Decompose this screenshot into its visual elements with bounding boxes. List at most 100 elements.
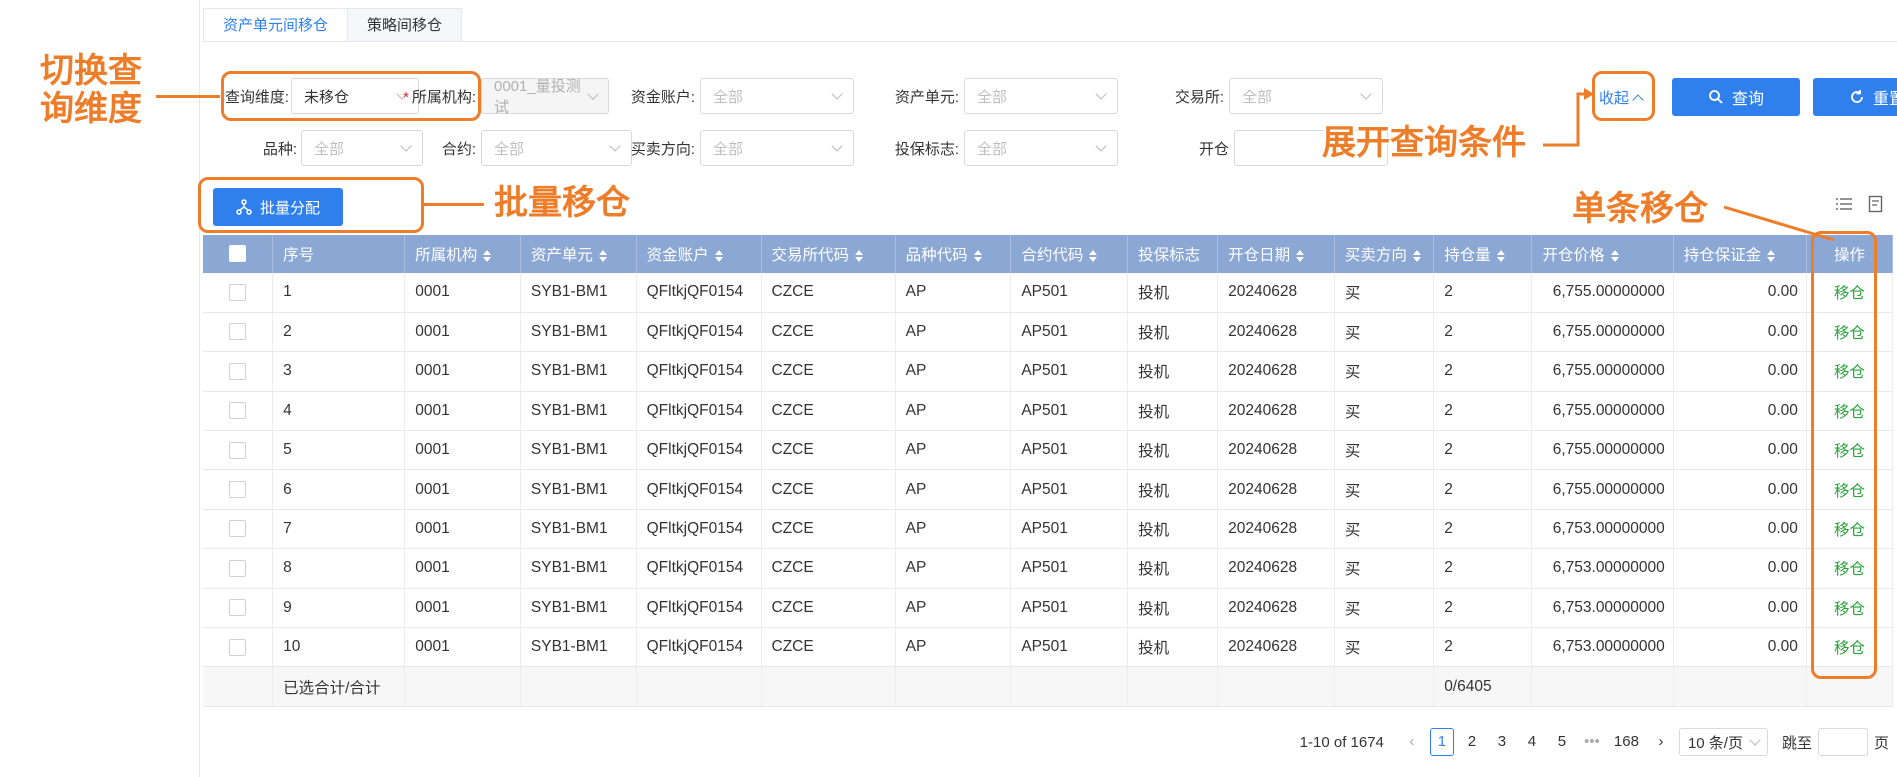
sort-icon[interactable] [714, 249, 723, 262]
select-all-checkbox[interactable] [229, 245, 247, 263]
row-checkbox[interactable] [229, 638, 247, 656]
page-3[interactable]: 3 [1490, 728, 1514, 756]
table-cell: 0001 [404, 469, 521, 510]
col-header[interactable]: 买卖方向 [1334, 235, 1435, 273]
page-ellipsis[interactable]: ••• [1580, 728, 1604, 756]
direction-label: 买卖方向: [630, 140, 695, 158]
sort-icon[interactable] [598, 249, 607, 262]
page-4[interactable]: 4 [1520, 728, 1544, 756]
summary-cell [1010, 666, 1129, 708]
table-row[interactable]: 4 0001 SYB1-BM1 QFltkjQF0154 CZCE AP AP501 投机 20… [203, 391, 1894, 432]
page-5[interactable]: 5 [1550, 728, 1574, 756]
page-size-select[interactable]: 10 条/页 [1678, 728, 1768, 756]
filter-fund-account: 资金账户: 全部 [619, 78, 854, 114]
sort-icon[interactable] [483, 249, 492, 262]
column-settings-icon[interactable] [1835, 196, 1853, 212]
page-last[interactable]: 168 [1610, 728, 1643, 756]
row-checkbox[interactable] [229, 283, 247, 301]
table-row[interactable]: 7 0001 SYB1-BM1 QFltkjQF0154 CZCE AP AP501 投机 20… [203, 509, 1894, 550]
query-button[interactable]: 查询 [1672, 78, 1800, 116]
annotation-expand: 展开查询条件 [1322, 123, 1526, 163]
direction-select[interactable]: 全部 [700, 130, 854, 166]
contract-select[interactable]: 全部 [481, 130, 632, 166]
table-row[interactable]: 8 0001 SYB1-BM1 QFltkjQF0154 CZCE AP AP501 投机 20… [203, 548, 1894, 589]
table-row[interactable]: 5 0001 SYB1-BM1 QFltkjQF0154 CZCE AP AP501 投机 20… [203, 430, 1894, 471]
table-cell: 6 [272, 469, 406, 510]
chevron-down-icon [1095, 88, 1107, 100]
row-select-cell [203, 351, 274, 392]
row-checkbox[interactable] [229, 559, 247, 577]
sort-icon[interactable] [855, 249, 864, 262]
table-cell: SYB1-BM1 [520, 627, 637, 668]
table-cell: SYB1-BM1 [520, 469, 637, 510]
sort-icon[interactable] [1767, 249, 1776, 262]
col-header[interactable]: 资金账户 [636, 235, 762, 273]
table-cell: 买 [1334, 430, 1435, 471]
reset-icon [1851, 90, 1863, 103]
table-row[interactable]: 9 0001 SYB1-BM1 QFltkjQF0154 CZCE AP AP501 投机 20… [203, 588, 1894, 629]
tab-strategy-transfer[interactable]: 策略间移仓 [347, 8, 463, 42]
prev-page-icon[interactable]: ‹ [1400, 728, 1424, 756]
table-cell: 0001 [404, 548, 521, 589]
col-header[interactable]: 开仓价格 [1531, 235, 1674, 273]
row-checkbox[interactable] [229, 323, 247, 341]
sort-icon[interactable] [1610, 249, 1619, 262]
fund-account-select[interactable]: 全部 [700, 78, 854, 114]
asset-unit-select[interactable]: 全部 [964, 78, 1118, 114]
sort-icon[interactable] [973, 249, 982, 262]
table-cell: AP [895, 509, 1012, 550]
col-header[interactable]: 序号 [272, 235, 406, 273]
sort-icon[interactable] [1496, 249, 1505, 262]
row-checkbox[interactable] [229, 520, 247, 538]
annotation-connector [424, 203, 484, 206]
asset-unit-placeholder: 全部 [977, 88, 1008, 106]
col-header[interactable]: 交易所代码 [761, 235, 896, 273]
row-checkbox[interactable] [229, 362, 247, 380]
reset-button[interactable]: 重置 [1813, 78, 1897, 116]
row-checkbox[interactable] [229, 441, 247, 459]
table-row[interactable]: 1 0001 SYB1-BM1 QFltkjQF0154 CZCE AP AP501 投机 20… [203, 273, 1894, 313]
col-header[interactable]: 资产单元 [520, 235, 637, 273]
summary-cell [404, 666, 521, 708]
page-2[interactable]: 2 [1460, 728, 1484, 756]
summary-row: 已选合计/合计 0/6405 [203, 666, 1894, 708]
sort-icon[interactable] [1089, 249, 1098, 262]
org-value: 0001_量投测试 [494, 78, 581, 116]
table-cell: AP501 [1010, 469, 1129, 510]
org-select[interactable]: 0001_量投测试 [481, 78, 609, 116]
jump-input[interactable] [1817, 728, 1868, 756]
export-icon[interactable] [1868, 195, 1884, 213]
table-row[interactable]: 6 0001 SYB1-BM1 QFltkjQF0154 CZCE AP AP501 投机 20… [203, 469, 1894, 510]
filter-hedge: 投保标志: 全部 [883, 130, 1118, 166]
sort-icon[interactable] [1296, 249, 1305, 262]
table-cell: CZCE [761, 351, 896, 392]
filter-exchange: 交易所: 全部 [1148, 78, 1383, 114]
table-cell: CZCE [761, 588, 896, 629]
sort-icon[interactable] [1412, 249, 1421, 262]
col-header[interactable]: 持仓量 [1433, 235, 1533, 273]
summary-cell [520, 666, 637, 708]
col-header[interactable]: 持仓保证金 [1673, 235, 1807, 273]
row-checkbox[interactable] [229, 599, 247, 617]
exchange-label: 交易所: [1174, 88, 1224, 106]
row-checkbox[interactable] [229, 402, 247, 420]
col-header[interactable]: 品种代码 [895, 235, 1012, 273]
table-cell: 买 [1334, 509, 1435, 550]
table-cell: QFltkjQF0154 [636, 430, 762, 471]
hedge-select[interactable]: 全部 [964, 130, 1118, 166]
col-header[interactable]: 开仓日期 [1217, 235, 1335, 273]
table-row[interactable]: 3 0001 SYB1-BM1 QFltkjQF0154 CZCE AP AP501 投机 20… [203, 351, 1894, 392]
table-cell: AP [895, 273, 1012, 313]
table-row[interactable]: 2 0001 SYB1-BM1 QFltkjQF0154 CZCE AP AP501 投机 20… [203, 312, 1894, 353]
next-page-icon[interactable]: › [1649, 728, 1673, 756]
col-header[interactable]: 所属机构 [404, 235, 521, 273]
page-1[interactable]: 1 [1429, 728, 1454, 756]
annotation-highlight-box [221, 71, 481, 121]
exchange-select[interactable]: 全部 [1229, 78, 1383, 114]
table-row[interactable]: 10 0001 SYB1-BM1 QFltkjQF0154 CZCE AP AP501 投机 2… [203, 627, 1894, 668]
row-checkbox[interactable] [229, 481, 247, 499]
table-cell: 投机 [1127, 312, 1219, 353]
tab-asset-unit-transfer[interactable]: 资产单元间移仓 [203, 8, 349, 42]
table-cell: 0.00 [1673, 312, 1807, 353]
col-header[interactable]: 合约代码 [1010, 235, 1129, 273]
